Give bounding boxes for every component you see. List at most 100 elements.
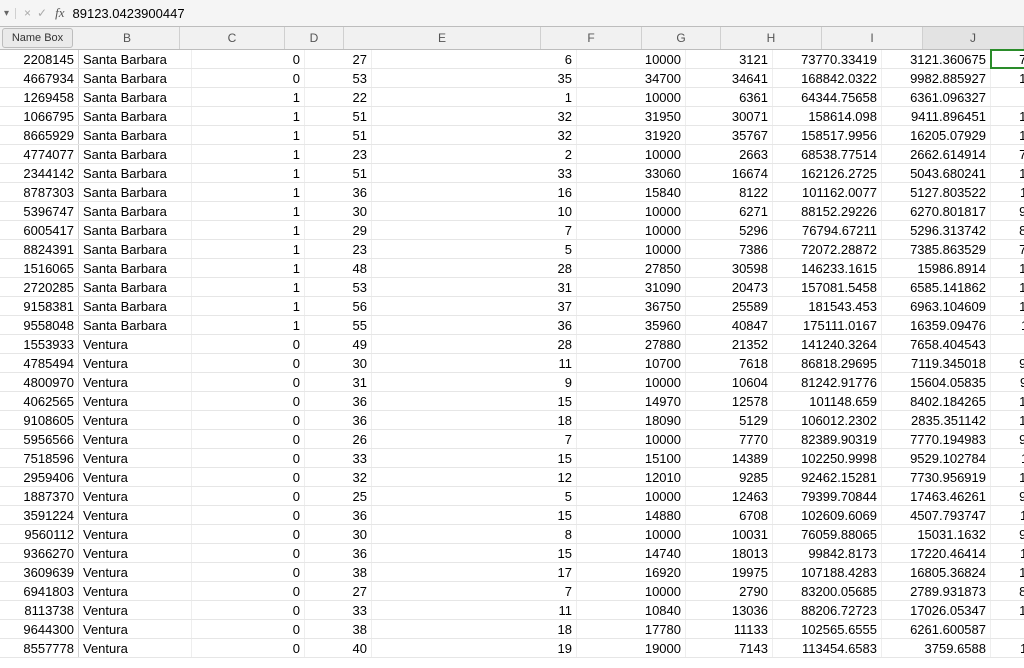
cell-E[interactable]: 11 — [372, 354, 577, 372]
cell-A[interactable]: 8665929 — [0, 126, 79, 144]
cell-F[interactable]: 27880 — [577, 335, 686, 353]
cell-B[interactable]: Ventura — [79, 373, 192, 391]
cell-I[interactable]: 8402.184265 — [882, 392, 991, 410]
cell-F[interactable]: 10000 — [577, 240, 686, 258]
cell-B[interactable]: Ventura — [79, 582, 192, 600]
cell-G[interactable]: 7770 — [686, 430, 773, 448]
cell-H[interactable]: 101162.0077 — [773, 183, 882, 201]
cell-G[interactable]: 11133 — [686, 620, 773, 638]
cell-E[interactable]: 33 — [372, 164, 577, 182]
cell-H[interactable]: 181543.453 — [773, 297, 882, 315]
cell-D[interactable]: 30 — [305, 525, 372, 543]
cell-A[interactable]: 1269458 — [0, 88, 79, 106]
cell-A[interactable]: 1887370 — [0, 487, 79, 505]
cell-J[interactable]: 107117.4006 — [991, 506, 1024, 524]
cell-B[interactable]: Ventura — [79, 468, 192, 486]
cell-I[interactable]: 16805.36824 — [882, 563, 991, 581]
cell-I[interactable]: 2789.931873 — [882, 582, 991, 600]
cell-F[interactable]: 14880 — [577, 506, 686, 524]
cell-G[interactable]: 21352 — [686, 335, 773, 353]
cell-B[interactable]: Ventura — [79, 487, 192, 505]
cell-H[interactable]: 81242.91776 — [773, 373, 882, 391]
cell-G[interactable]: 12578 — [686, 392, 773, 410]
cell-D[interactable]: 38 — [305, 620, 372, 638]
cell-F[interactable]: 10000 — [577, 582, 686, 600]
formula-input[interactable]: 89123.0423900447 — [73, 6, 185, 21]
cell-G[interactable]: 8122 — [686, 183, 773, 201]
cell-D[interactable]: 25 — [305, 487, 372, 505]
cell-G[interactable]: 12463 — [686, 487, 773, 505]
cell-D[interactable]: 53 — [305, 278, 372, 296]
cell-E[interactable]: 2 — [372, 145, 577, 163]
cell-H[interactable]: 175111.0167 — [773, 316, 882, 334]
cell-A[interactable]: 8113738 — [0, 601, 79, 619]
cell-C[interactable]: 0 — [192, 50, 305, 68]
cell-A[interactable]: 9644300 — [0, 620, 79, 638]
cell-C[interactable]: 1 — [192, 183, 305, 201]
cell-G[interactable]: 19975 — [686, 563, 773, 581]
cell-A[interactable]: 2344142 — [0, 164, 79, 182]
cell-B[interactable]: Ventura — [79, 449, 192, 467]
cell-D[interactable]: 51 — [305, 164, 372, 182]
cell-E[interactable]: 15 — [372, 506, 577, 524]
cell-B[interactable]: Ventura — [79, 563, 192, 581]
cell-H[interactable]: 72072.28872 — [773, 240, 882, 258]
cell-G[interactable]: 34641 — [686, 69, 773, 87]
cell-F[interactable]: 27850 — [577, 259, 686, 277]
cell-D[interactable]: 38 — [305, 563, 372, 581]
cell-F[interactable]: 10000 — [577, 202, 686, 220]
cell-B[interactable]: Santa Barbara — [79, 316, 192, 334]
cell-F[interactable]: 15100 — [577, 449, 686, 467]
cell-J[interactable]: 162220.0529 — [991, 259, 1024, 277]
cell-I[interactable]: 17220.46414 — [882, 544, 991, 562]
cell-C[interactable]: 1 — [192, 126, 305, 144]
cell-D[interactable]: 36 — [305, 183, 372, 201]
cell-F[interactable]: 36750 — [577, 297, 686, 315]
cell-E[interactable]: 15 — [372, 449, 577, 467]
cell-G[interactable]: 5296 — [686, 221, 773, 239]
cell-I[interactable]: 6361.096327 — [882, 88, 991, 106]
cell-G[interactable]: 6361 — [686, 88, 773, 106]
cell-F[interactable]: 10000 — [577, 88, 686, 106]
cell-E[interactable]: 28 — [372, 335, 577, 353]
cell-E[interactable]: 31 — [372, 278, 577, 296]
cell-G[interactable]: 6708 — [686, 506, 773, 524]
cell-C[interactable]: 1 — [192, 297, 305, 315]
cell-A[interactable]: 2959406 — [0, 468, 79, 486]
cell-J[interactable]: 111780.1026 — [991, 449, 1024, 467]
cell-I[interactable]: 5127.803522 — [882, 183, 991, 201]
cell-D[interactable]: 23 — [305, 145, 372, 163]
cancel-icon[interactable]: × — [24, 6, 31, 20]
cell-A[interactable]: 4800970 — [0, 373, 79, 391]
column-header-F[interactable]: F — [541, 27, 642, 49]
column-header-B[interactable]: B — [75, 27, 180, 49]
cell-F[interactable]: 10000 — [577, 487, 686, 505]
cell-D[interactable]: 33 — [305, 449, 372, 467]
cell-D[interactable]: 31 — [305, 373, 372, 391]
cell-H[interactable]: 168842.0322 — [773, 69, 882, 87]
accept-icon[interactable]: ✓ — [37, 6, 47, 20]
cell-J[interactable]: 96863.17106 — [991, 487, 1024, 505]
cell-H[interactable]: 86818.29695 — [773, 354, 882, 372]
cell-B[interactable]: Santa Barbara — [79, 164, 192, 182]
cell-H[interactable]: 68538.77514 — [773, 145, 882, 163]
cell-J[interactable]: 96846.97611 — [991, 373, 1024, 391]
cell-A[interactable]: 9560112 — [0, 525, 79, 543]
cell-B[interactable]: Ventura — [79, 335, 192, 353]
cell-D[interactable]: 32 — [305, 468, 372, 486]
cell-H[interactable]: 88206.72723 — [773, 601, 882, 619]
column-header-C[interactable]: C — [180, 27, 285, 49]
cell-J[interactable]: 93937.64197 — [991, 354, 1024, 372]
cell-J[interactable]: 167169.9528 — [991, 164, 1024, 182]
cell-G[interactable]: 20473 — [686, 278, 773, 296]
cell-D[interactable]: 22 — [305, 88, 372, 106]
cell-G[interactable]: 9285 — [686, 468, 773, 486]
cell-J[interactable]: 90160.09817 — [991, 430, 1024, 448]
cell-J[interactable]: 168025.9945 — [991, 107, 1024, 125]
cell-E[interactable]: 10 — [372, 202, 577, 220]
column-header-J[interactable]: J — [923, 27, 1024, 49]
cell-E[interactable]: 5 — [372, 487, 577, 505]
cell-E[interactable]: 15 — [372, 544, 577, 562]
cell-E[interactable]: 32 — [372, 126, 577, 144]
cell-B[interactable]: Santa Barbara — [79, 259, 192, 277]
